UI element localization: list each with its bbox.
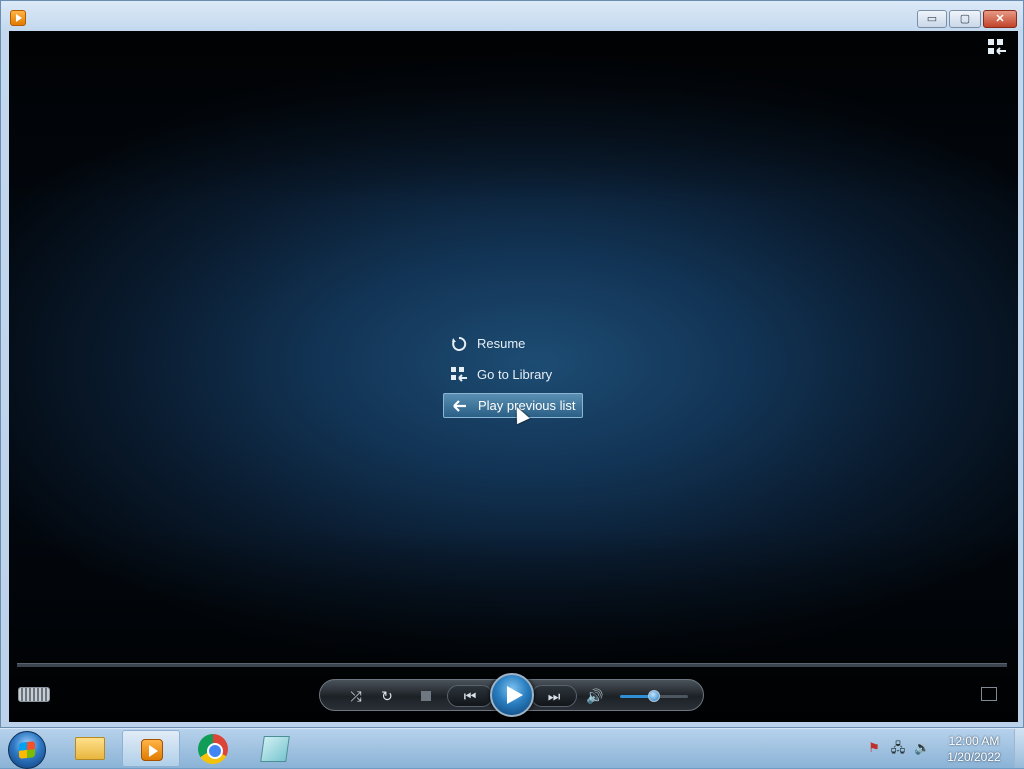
- library-icon: [451, 366, 467, 382]
- network-icon[interactable]: 🖧: [890, 740, 906, 756]
- transport-controls: ⤮ ↻ ⏮ ⏭ 🔊: [319, 673, 704, 717]
- back-arrow-icon: [453, 399, 466, 412]
- clock[interactable]: 12:00 AM 1/20/2022: [940, 733, 1008, 765]
- folder-icon: [75, 737, 105, 760]
- mute-button[interactable]: 🔊: [585, 686, 605, 706]
- action-center-flag-icon[interactable]: ⚑: [866, 740, 882, 756]
- switch-to-fullscreen-icon[interactable]: [981, 687, 997, 701]
- equalizer-meter-icon[interactable]: [18, 687, 50, 702]
- go-to-library-label: Go to Library: [477, 367, 553, 382]
- volume-thumb[interactable]: [648, 690, 660, 702]
- taskbar-explorer[interactable]: [60, 730, 118, 767]
- notes-icon: [260, 736, 290, 762]
- close-button[interactable]: ✕: [983, 10, 1017, 28]
- clock-date: 1/20/2022: [947, 750, 1001, 764]
- volume-icon[interactable]: 🔉: [914, 740, 930, 756]
- wmp-app-icon[interactable]: [10, 10, 26, 26]
- switch-to-library-icon[interactable]: [988, 39, 1006, 55]
- stop-button[interactable]: [416, 686, 436, 706]
- previous-icon: ⏮: [463, 688, 477, 704]
- taskbar-media-player[interactable]: [122, 730, 180, 767]
- seek-bar[interactable]: [17, 663, 1007, 667]
- shuffle-button[interactable]: ⤮: [346, 686, 366, 706]
- next-icon: ⏭: [547, 688, 561, 704]
- maximize-button[interactable]: ▢: [949, 10, 981, 28]
- now-playing-area: Resume Go to Library Play previous list: [9, 31, 1018, 722]
- chrome-icon: [198, 734, 228, 764]
- taskbar-notes[interactable]: [246, 730, 304, 767]
- show-desktop-button[interactable]: [1014, 729, 1024, 768]
- wmp-window: ▭ ▢ ✕ Resume Go to Library Play previous…: [0, 0, 1024, 728]
- minimize-button[interactable]: ▭: [917, 10, 947, 28]
- start-button[interactable]: [8, 731, 46, 769]
- previous-button[interactable]: ⏮: [447, 685, 493, 707]
- resume-item[interactable]: Resume: [443, 331, 593, 356]
- resume-icon: [452, 336, 467, 351]
- title-bar[interactable]: ▭ ▢ ✕: [1, 1, 1023, 31]
- play-button[interactable]: [490, 673, 534, 717]
- go-to-library-item[interactable]: Go to Library: [443, 362, 593, 387]
- taskbar-chrome[interactable]: [184, 730, 242, 767]
- resume-label: Resume: [477, 336, 526, 351]
- play-previous-list-label: Play previous list: [478, 398, 576, 413]
- next-button[interactable]: ⏭: [531, 685, 577, 707]
- clock-time: 12:00 AM: [948, 734, 1000, 748]
- media-player-icon: [141, 739, 163, 761]
- repeat-button[interactable]: ↻: [377, 686, 397, 706]
